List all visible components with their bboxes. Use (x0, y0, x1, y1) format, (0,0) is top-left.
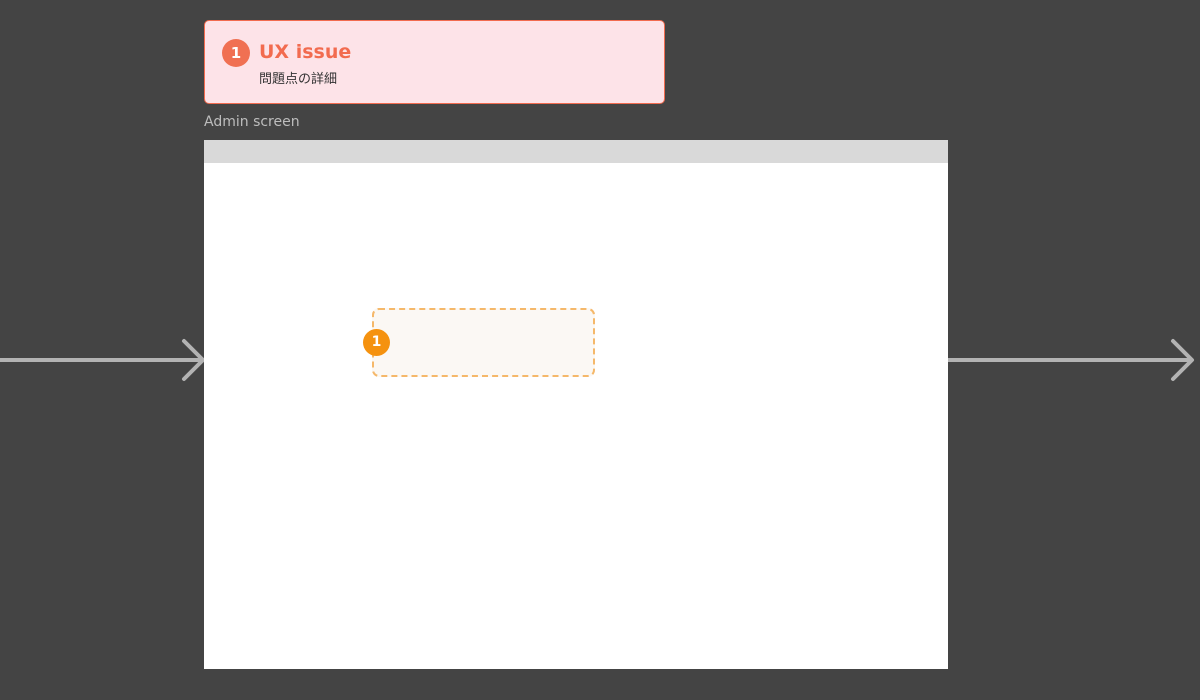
outgoing-flow-arrow (948, 339, 1194, 381)
issue-card[interactable]: 1 UX issue 問題点の詳細 (204, 20, 665, 104)
screen-label: Admin screen (204, 114, 300, 130)
issue-highlight-region[interactable] (372, 308, 595, 377)
incoming-flow-arrow (0, 339, 205, 381)
issue-title: UX issue (259, 41, 352, 63)
admin-screen-frame[interactable]: 1 (204, 140, 948, 669)
issue-number-badge: 1 (222, 39, 250, 67)
issue-marker-badge[interactable]: 1 (363, 329, 390, 356)
issue-detail: 問題点の詳細 (259, 72, 338, 87)
screen-header-bar (204, 140, 948, 163)
